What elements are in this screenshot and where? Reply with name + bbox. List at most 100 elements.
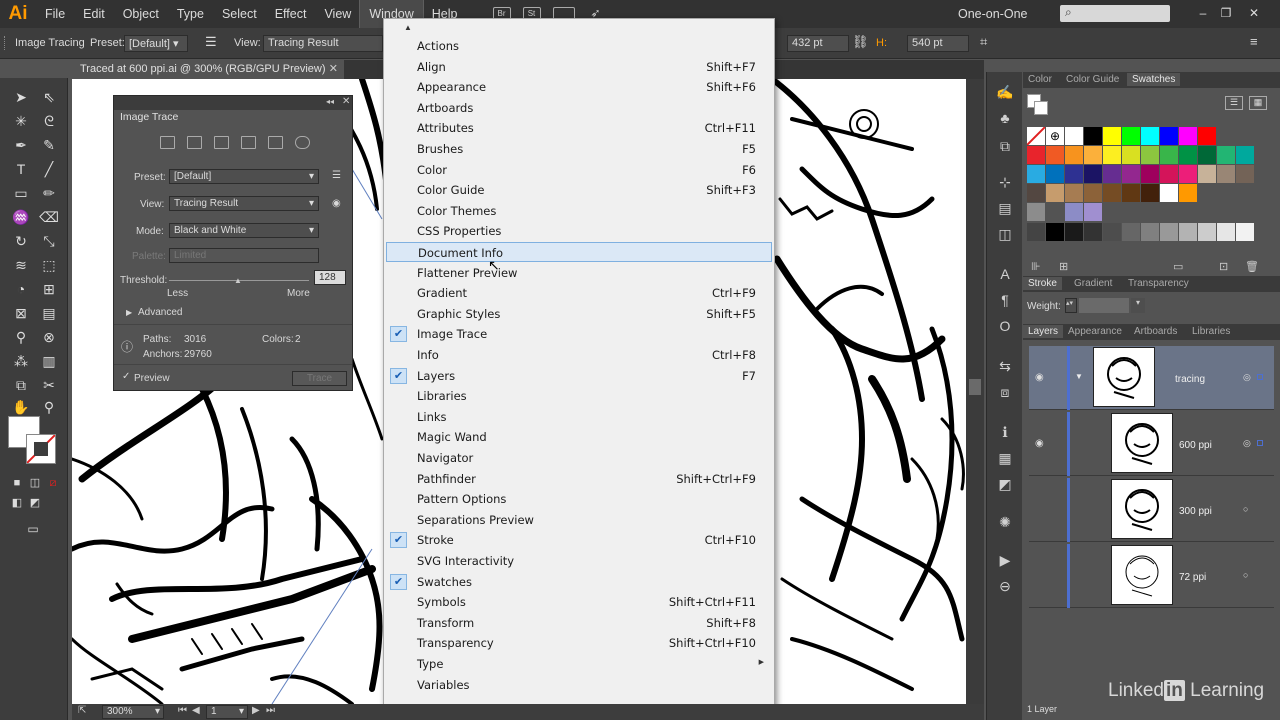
menu-item-artboards[interactable]: Artboards xyxy=(386,98,772,118)
menu-item-appearance[interactable]: Appearance Shift+F6 xyxy=(386,77,772,97)
menu-effect[interactable]: Effect xyxy=(266,0,316,28)
menu-item-transform[interactable]: Transform Shift+F8 xyxy=(386,613,772,633)
restore-icon[interactable]: ❐ xyxy=(1216,4,1236,22)
swatch[interactable] xyxy=(1046,184,1064,202)
black-and-white-icon[interactable] xyxy=(268,136,283,149)
menu-file[interactable]: File xyxy=(36,0,74,28)
document-tab[interactable]: Traced at 600 ppi.ai @ 300% (RGB/GPU Pre… xyxy=(72,60,344,79)
rotate-tool-icon[interactable]: ↻ xyxy=(10,230,32,252)
swatch[interactable] xyxy=(1179,184,1197,202)
lasso-tool-icon[interactable]: ᘓ xyxy=(38,110,60,132)
swatch[interactable] xyxy=(1198,127,1216,145)
weight-dropdown[interactable]: ▾ xyxy=(1131,298,1145,313)
tab-stroke[interactable]: Stroke xyxy=(1023,277,1062,290)
menu-item-separations-preview[interactable]: Separations Preview xyxy=(386,510,772,530)
swatch-group-folder[interactable] xyxy=(1027,203,1045,221)
swatch[interactable] xyxy=(1141,184,1159,202)
menu-item-transparency[interactable]: Transparency Shift+Ctrl+F10 xyxy=(386,633,772,653)
workspace-switcher[interactable]: One-on-One xyxy=(958,0,1027,28)
panel-header-bar[interactable] xyxy=(114,96,352,110)
menu-item-flattener-preview[interactable]: Flattener Preview xyxy=(386,263,772,283)
high-color-icon[interactable] xyxy=(187,136,202,149)
swatch[interactable] xyxy=(1103,223,1121,241)
target-icon[interactable]: ○ xyxy=(1243,504,1248,514)
new-swatch-icon[interactable]: ⊡ xyxy=(1219,260,1228,273)
swatch[interactable] xyxy=(1084,165,1102,183)
menu-item-image-trace[interactable]: ✔ Image Trace xyxy=(386,324,772,344)
height-input[interactable]: 540 pt xyxy=(907,35,969,52)
menu-item-stroke[interactable]: ✔ Stroke Ctrl+F10 xyxy=(386,530,772,550)
actions-icon[interactable]: ▶ xyxy=(995,550,1015,570)
layer-row[interactable]: ◉ ▼ tracing ◎ xyxy=(1029,346,1274,410)
magic-wand-tool-icon[interactable]: ✳ xyxy=(10,110,32,132)
swatch[interactable] xyxy=(1217,223,1235,241)
width-input[interactable]: 432 pt xyxy=(787,35,849,52)
character-icon[interactable]: A xyxy=(995,264,1015,284)
swatch[interactable] xyxy=(1179,146,1197,164)
fill-stroke-indicator[interactable] xyxy=(1027,94,1049,118)
collapse-panel-icon[interactable]: ◂◂ xyxy=(326,97,334,106)
target-icon[interactable]: ◎ xyxy=(1243,438,1251,449)
menu-item-align[interactable]: Align Shift+F7 xyxy=(386,57,772,77)
menu-item-libraries[interactable]: Libraries xyxy=(386,386,772,406)
mode-select[interactable]: Black and White ▾ xyxy=(169,223,319,238)
swatch[interactable] xyxy=(1141,223,1159,241)
menu-item-graphic-styles[interactable]: Graphic Styles Shift+F5 xyxy=(386,304,772,324)
tab-color[interactable]: Color xyxy=(1023,73,1057,86)
swatch[interactable] xyxy=(1084,223,1102,241)
swatch[interactable] xyxy=(1179,127,1197,145)
width-tool-icon[interactable]: ≋ xyxy=(10,254,32,276)
weight-stepper[interactable]: ▴▾ xyxy=(1065,298,1077,313)
menu-item-layers[interactable]: ✔ Layers F7 xyxy=(386,366,772,386)
type-tool-icon[interactable]: T xyxy=(10,158,32,180)
swatch[interactable] xyxy=(1027,184,1045,202)
shape-builder-tool-icon[interactable]: ◔ xyxy=(10,278,32,300)
swatch[interactable] xyxy=(1084,203,1102,221)
pen-tool-icon[interactable]: ✒ xyxy=(10,134,32,156)
tab-swatches[interactable]: Swatches xyxy=(1127,73,1181,86)
show-kinds-icon[interactable]: ⊞ xyxy=(1059,260,1068,273)
preset-select[interactable]: [Default] ▾ xyxy=(169,169,319,184)
grayscale-icon[interactable] xyxy=(241,136,256,149)
swatch[interactable] xyxy=(1179,165,1197,183)
stroke-swatch[interactable] xyxy=(26,434,56,464)
first-artboard-icon[interactable]: ⏮ xyxy=(178,705,187,716)
swatch[interactable] xyxy=(1179,223,1197,241)
menu-type[interactable]: Type xyxy=(168,0,213,28)
new-group-icon[interactable]: ▭ xyxy=(1173,260,1183,273)
swatch[interactable] xyxy=(1065,127,1083,145)
swatch[interactable] xyxy=(1236,165,1254,183)
swatch[interactable] xyxy=(1103,127,1121,145)
menu-item-magic-wand[interactable]: Magic Wand xyxy=(386,427,772,447)
view-select[interactable]: Tracing Result xyxy=(263,35,383,52)
opentype-icon[interactable]: O xyxy=(995,316,1015,336)
swatch[interactable] xyxy=(1160,146,1178,164)
swatch[interactable] xyxy=(1046,146,1064,164)
draw-behind-icon[interactable]: ◩ xyxy=(24,492,46,514)
menu-item-brushes[interactable]: Brushes F5 xyxy=(386,139,772,159)
symbol-sprayer-tool-icon[interactable]: ⁂ xyxy=(10,350,32,372)
magic-wand-panel-icon[interactable]: ✺ xyxy=(995,512,1015,532)
swatch[interactable] xyxy=(1122,184,1140,202)
image-trace-icon[interactable]: ◩ xyxy=(995,474,1015,494)
line-tool-icon[interactable]: ╱ xyxy=(38,158,60,180)
menu-object[interactable]: Object xyxy=(114,0,168,28)
none-mode-icon[interactable]: ⧄ xyxy=(42,472,64,494)
target-icon[interactable]: ○ xyxy=(1243,570,1248,580)
selection-indicator[interactable] xyxy=(1257,374,1263,380)
image-trace-panel-icon[interactable]: ☰ xyxy=(205,34,217,50)
tab-libraries[interactable]: Libraries xyxy=(1187,325,1235,338)
swatch[interactable] xyxy=(1160,184,1178,202)
gradient-tool-icon[interactable]: ▤ xyxy=(38,302,60,324)
zoom-tool-icon[interactable]: ⚲ xyxy=(38,396,60,418)
scale-tool-icon[interactable]: ⤡ xyxy=(38,230,60,252)
swatch[interactable] xyxy=(1065,184,1083,202)
pencil-tool-icon[interactable]: ✏ xyxy=(38,182,60,204)
swatch[interactable] xyxy=(1084,184,1102,202)
sublayer-row[interactable]: ◉ 600 ppi ◎ xyxy=(1029,412,1274,476)
paintbrush-tool-icon[interactable]: ♒ xyxy=(10,206,32,228)
graphic-styles-icon[interactable]: ⧉ xyxy=(995,136,1015,156)
hand-tool-icon[interactable]: ✋ xyxy=(10,396,32,418)
swatch-libraries-icon[interactable]: ⊪ xyxy=(1031,260,1041,273)
symbols-icon[interactable]: ♣ xyxy=(995,108,1015,128)
